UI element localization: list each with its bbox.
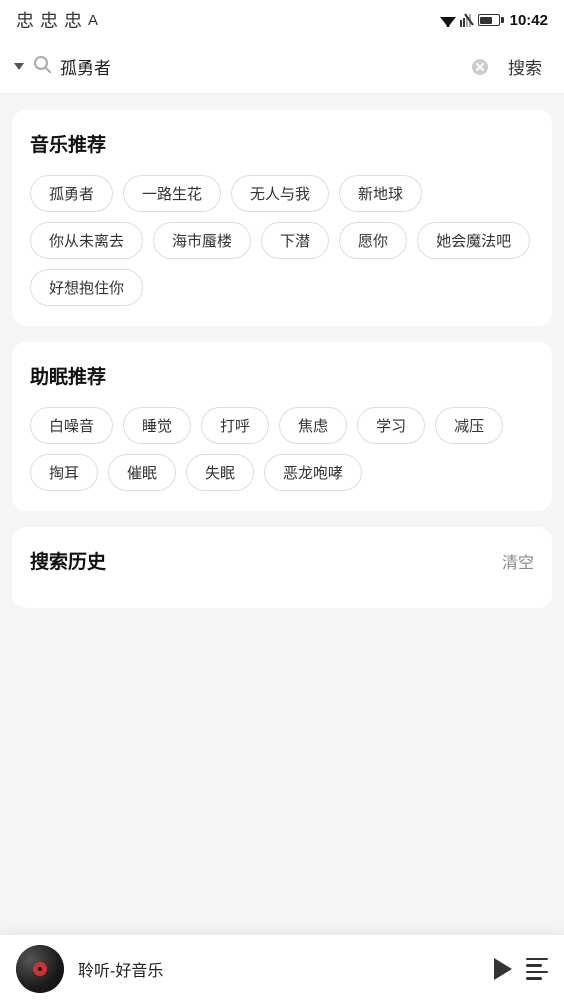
sleep-tag-4[interactable]: 学习 bbox=[357, 407, 425, 444]
play-button[interactable] bbox=[492, 958, 512, 980]
play-triangle-icon bbox=[494, 958, 512, 980]
notification-icon-2: 忠 bbox=[40, 7, 58, 33]
sleep-tag-2[interactable]: 打呼 bbox=[201, 407, 269, 444]
music-tag-9[interactable]: 好想抱住你 bbox=[30, 269, 143, 306]
sleep-tag-1[interactable]: 睡觉 bbox=[123, 407, 191, 444]
album-cover[interactable] bbox=[16, 945, 64, 993]
search-history-section: 搜索历史 清空 bbox=[12, 527, 552, 608]
sleep-tag-0[interactable]: 白噪音 bbox=[30, 407, 113, 444]
dropdown-arrow-icon bbox=[14, 63, 24, 70]
signal-crossed-icon bbox=[460, 13, 474, 27]
music-tags-container: 孤勇者 一路生花 无人与我 新地球 你从未离去 海市蜃楼 下潜 愿你 她会魔法吧… bbox=[30, 175, 534, 306]
notification-icon-3: 忠 bbox=[64, 7, 82, 33]
music-tag-2[interactable]: 无人与我 bbox=[231, 175, 329, 212]
sleep-tag-8[interactable]: 失眠 bbox=[186, 454, 254, 491]
music-tag-6[interactable]: 下潜 bbox=[261, 222, 329, 259]
playlist-button[interactable] bbox=[526, 958, 548, 980]
music-tag-4[interactable]: 你从未离去 bbox=[30, 222, 143, 259]
search-icon bbox=[32, 54, 52, 79]
signal-icons bbox=[440, 13, 504, 27]
sleep-section-title: 助眠推荐 bbox=[30, 362, 534, 389]
sleep-tag-5[interactable]: 减压 bbox=[435, 407, 503, 444]
music-recommendations-section: 音乐推荐 孤勇者 一路生花 无人与我 新地球 你从未离去 海市蜃楼 下潜 愿你 … bbox=[12, 110, 552, 326]
player-title[interactable]: 聆听-好音乐 bbox=[78, 957, 478, 981]
music-tag-0[interactable]: 孤勇者 bbox=[30, 175, 113, 212]
bottom-player: 聆听-好音乐 bbox=[0, 934, 564, 1002]
search-dropdown-button[interactable] bbox=[14, 63, 24, 70]
bottom-spacer bbox=[12, 624, 552, 704]
search-submit-button[interactable]: 搜索 bbox=[500, 50, 550, 83]
music-tag-8[interactable]: 她会魔法吧 bbox=[417, 222, 530, 259]
sleep-tag-6[interactable]: 掏耳 bbox=[30, 454, 98, 491]
sleep-tag-7[interactable]: 催眠 bbox=[108, 454, 176, 491]
wifi-icon bbox=[440, 13, 456, 27]
battery-icon bbox=[478, 14, 504, 26]
status-bar: 忠 忠 忠 A bbox=[0, 0, 564, 40]
sleep-tags-container: 白噪音 睡觉 打呼 焦虑 学习 减压 掏耳 催眠 失眠 恶龙咆哮 bbox=[30, 407, 534, 491]
notification-icon-1: 忠 bbox=[16, 7, 34, 33]
sleep-tag-3[interactable]: 焦虑 bbox=[279, 407, 347, 444]
clear-history-button[interactable]: 清空 bbox=[502, 549, 534, 573]
status-icons: 忠 忠 忠 A bbox=[16, 7, 98, 33]
music-section-title: 音乐推荐 bbox=[30, 130, 534, 157]
keyboard-icon: A bbox=[88, 12, 98, 29]
search-input[interactable] bbox=[60, 57, 460, 77]
history-section-title: 搜索历史 bbox=[30, 547, 106, 574]
vinyl-center bbox=[33, 962, 47, 976]
sleep-tag-9[interactable]: 恶龙咆哮 bbox=[264, 454, 362, 491]
music-tag-1[interactable]: 一路生花 bbox=[123, 175, 221, 212]
clear-search-button[interactable] bbox=[468, 55, 492, 79]
status-right: 10:42 bbox=[440, 12, 548, 29]
music-tag-5[interactable]: 海市蜃楼 bbox=[153, 222, 251, 259]
search-bar: 搜索 bbox=[0, 40, 564, 94]
playlist-icon bbox=[526, 958, 548, 980]
time-display: 10:42 bbox=[510, 12, 548, 29]
history-header: 搜索历史 清空 bbox=[30, 547, 534, 574]
main-content: 音乐推荐 孤勇者 一路生花 无人与我 新地球 你从未离去 海市蜃楼 下潜 愿你 … bbox=[0, 94, 564, 720]
music-tag-3[interactable]: 新地球 bbox=[339, 175, 422, 212]
sleep-recommendations-section: 助眠推荐 白噪音 睡觉 打呼 焦虑 学习 减压 掏耳 催眠 失眠 恶龙咆哮 bbox=[12, 342, 552, 511]
music-tag-7[interactable]: 愿你 bbox=[339, 222, 407, 259]
